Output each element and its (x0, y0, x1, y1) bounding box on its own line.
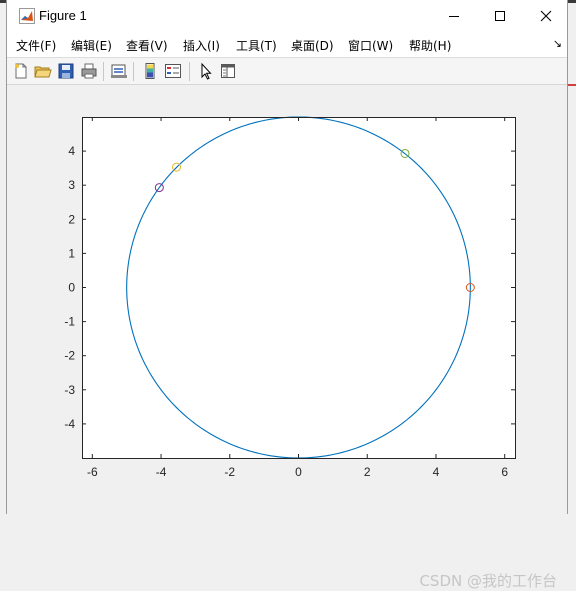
y-tick-label: -4 (64, 417, 75, 431)
insert-colorbar-icon[interactable] (141, 62, 159, 80)
toolbar-separator (103, 62, 104, 81)
y-tick-label: 1 (68, 246, 75, 260)
y-tick-label: -3 (64, 383, 75, 397)
new-figure-icon[interactable] (12, 62, 30, 80)
toolbar-separator (189, 62, 190, 81)
menu-tools[interactable]: 工具(T) (236, 37, 277, 54)
close-icon (540, 10, 552, 21)
edit-plot-icon[interactable] (197, 62, 215, 80)
y-tick-label: -2 (64, 349, 75, 363)
x-tick-label: -2 (224, 465, 235, 479)
property-inspector-icon[interactable] (219, 62, 237, 80)
title-bar[interactable]: Figure 1 (7, 0, 567, 31)
csdn-watermark: CSDN @我的工作台 (419, 572, 557, 590)
x-tick-label: 2 (364, 465, 371, 479)
menu-help[interactable]: 帮助(H) (409, 37, 451, 54)
axes-background (82, 117, 515, 458)
minimize-button[interactable] (431, 0, 477, 31)
y-tick-label: 2 (68, 212, 75, 226)
y-tick-label: 0 (68, 281, 75, 295)
figure-window: Figure 1 文件(F) 编辑(E) 查看(V) 插入(I) 工具(T) 桌… (6, 0, 568, 590)
window-title: Figure 1 (39, 8, 87, 23)
print-icon[interactable] (80, 62, 98, 80)
maximize-button[interactable] (477, 0, 523, 31)
link-plot-icon[interactable] (110, 62, 128, 80)
menu-view[interactable]: 查看(V) (126, 37, 168, 54)
x-tick-label: -4 (156, 465, 167, 479)
menu-window[interactable]: 窗口(W) (348, 37, 393, 54)
background-accent-line (568, 84, 576, 86)
menu-desktop[interactable]: 桌面(D) (291, 37, 334, 54)
maximize-icon (495, 10, 505, 21)
dock-arrow-icon[interactable]: ↘ (553, 37, 562, 50)
close-button[interactable] (523, 0, 569, 31)
minimize-icon (449, 15, 459, 17)
y-tick-label: -1 (64, 315, 75, 329)
insert-legend-icon[interactable] (164, 62, 182, 80)
save-icon[interactable] (57, 62, 75, 80)
matlab-logo-icon (19, 8, 35, 24)
menu-edit[interactable]: 编辑(E) (71, 37, 112, 54)
menu-insert[interactable]: 插入(I) (183, 37, 220, 54)
axes-plot[interactable]: -6 -4 -2 0 2 4 6 -4 -3 -2 -1 0 1 2 3 4 (7, 85, 567, 514)
figure-canvas: -6 -4 -2 0 2 4 6 -4 -3 -2 -1 0 1 2 3 4 CSDN @我的工作台 (7, 85, 567, 590)
x-tick-label: 6 (501, 465, 508, 479)
figure-toolbar (7, 57, 567, 85)
menu-bar: 文件(F) 编辑(E) 查看(V) 插入(I) 工具(T) 桌面(D) 窗口(W… (7, 31, 567, 57)
menu-file[interactable]: 文件(F) (16, 37, 56, 54)
x-tick-label: -6 (87, 465, 98, 479)
open-file-icon[interactable] (34, 62, 52, 80)
x-tick-label: 4 (433, 465, 440, 479)
y-tick-label: 4 (68, 144, 75, 158)
y-tick-label: 3 (68, 178, 75, 192)
toolbar-separator (133, 62, 134, 81)
x-tick-label: 0 (295, 465, 302, 479)
